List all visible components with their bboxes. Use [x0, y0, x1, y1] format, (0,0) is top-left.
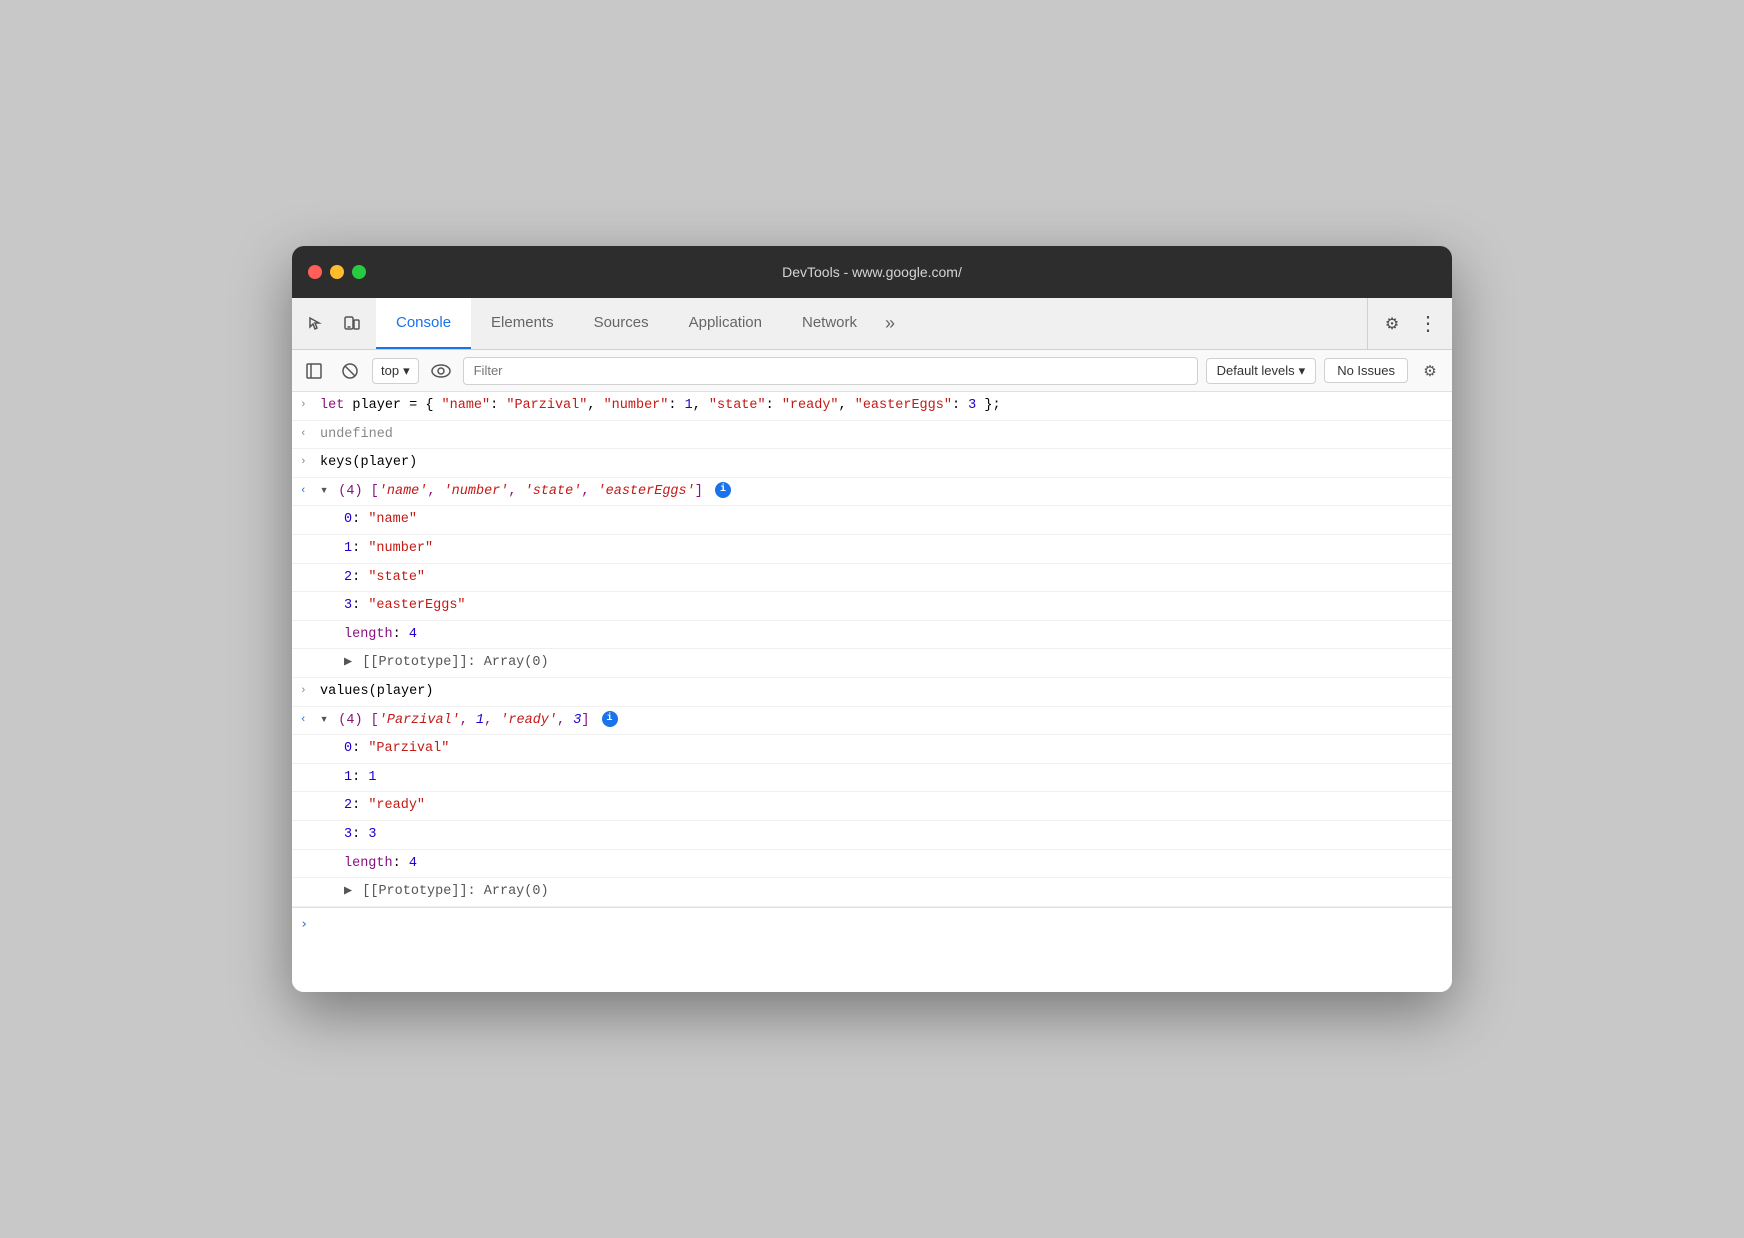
live-expressions-button[interactable]: [427, 357, 455, 385]
line-content-6: ▾ (4) ['Parzival', 1, 'ready', 3] i: [320, 710, 1444, 732]
info-badge-6[interactable]: i: [602, 711, 618, 727]
console-line-1: › let player = { "name": "Parzival", "nu…: [292, 392, 1452, 421]
tab-elements[interactable]: Elements: [471, 298, 574, 349]
titlebar: DevTools - www.google.com/: [292, 246, 1452, 298]
console-line-6-2: 2: "ready": [292, 792, 1452, 821]
expand-arrow-3[interactable]: ›: [300, 452, 320, 472]
show-sidebar-button[interactable]: [300, 357, 328, 385]
console-line-4-1: 1: "number": [292, 535, 1452, 564]
output-arrow-2: ‹: [300, 424, 320, 444]
console-line-4: ‹ ▾ (4) ['name', 'number', 'state', 'eas…: [292, 478, 1452, 507]
tab-console[interactable]: Console: [376, 298, 471, 349]
console-line-6-proto: ▶ [[Prototype]]: Array(0): [292, 878, 1452, 907]
expand-arrow-5[interactable]: ›: [300, 681, 320, 701]
proto-expand-4[interactable]: ▶: [344, 655, 352, 670]
console-output: › let player = { "name": "Parzival", "nu…: [292, 392, 1452, 992]
console-line-6-length: length: 4: [292, 850, 1452, 879]
line-content-4: ▾ (4) ['name', 'number', 'state', 'easte…: [320, 481, 1444, 503]
maximize-button[interactable]: [352, 265, 366, 279]
console-input-area: ›: [292, 907, 1452, 942]
eye-icon: [431, 364, 451, 378]
window-title: DevTools - www.google.com/: [782, 264, 962, 280]
main-toolbar: Console Elements Sources Application Net…: [292, 298, 1452, 350]
context-selector[interactable]: top ▾: [372, 358, 419, 384]
console-toolbar: top ▾ Default levels ▾ No Issues ⚙: [292, 350, 1452, 392]
info-badge-4[interactable]: i: [715, 482, 731, 498]
tab-application[interactable]: Application: [669, 298, 782, 349]
more-tabs-button[interactable]: »: [877, 298, 903, 349]
console-line-4-proto: ▶ [[Prototype]]: Array(0): [292, 649, 1452, 678]
clear-console-button[interactable]: [336, 357, 364, 385]
main-tabs: Console Elements Sources Application Net…: [376, 298, 1367, 349]
console-line-6-0: 0: "Parzival": [292, 735, 1452, 764]
console-line-6-3: 3: 3: [292, 821, 1452, 850]
console-settings-button[interactable]: ⚙: [1416, 357, 1444, 385]
filter-input[interactable]: [463, 357, 1198, 385]
console-line-6-1: 1: 1: [292, 764, 1452, 793]
console-line-4-length: length: 4: [292, 621, 1452, 650]
console-line-4-3: 3: "easterEggs": [292, 592, 1452, 621]
line-content-1: let player = { "name": "Parzival", "numb…: [320, 395, 1444, 417]
expand-arrow-1[interactable]: ›: [300, 395, 320, 415]
console-cursor: [316, 914, 324, 936]
output-arrow-4: ‹: [300, 481, 320, 501]
line-content-2: undefined: [320, 424, 1444, 446]
devtools-window: DevTools - www.google.com/ Console: [292, 246, 1452, 992]
device-toolbar-button[interactable]: [336, 308, 368, 340]
sidebar-icon: [305, 362, 323, 380]
more-options-button[interactable]: ⋮: [1412, 308, 1444, 340]
inspect-element-button[interactable]: [300, 308, 332, 340]
device-icon: [343, 315, 361, 333]
output-arrow-6: ‹: [300, 710, 320, 730]
console-line-4-2: 2: "state": [292, 564, 1452, 593]
close-button[interactable]: [308, 265, 322, 279]
minimize-button[interactable]: [330, 265, 344, 279]
clear-icon: [341, 362, 359, 380]
tab-sources[interactable]: Sources: [574, 298, 669, 349]
console-line-5: › values(player): [292, 678, 1452, 707]
console-line-3: › keys(player): [292, 449, 1452, 478]
log-levels-button[interactable]: Default levels ▾: [1206, 358, 1317, 384]
collapse-toggle-6[interactable]: ▾: [320, 713, 328, 728]
line-content-5: values(player): [320, 681, 1444, 703]
settings-button[interactable]: ⚙: [1376, 308, 1408, 340]
issues-button[interactable]: No Issues: [1324, 358, 1408, 383]
tab-network[interactable]: Network: [782, 298, 877, 349]
toolbar-right-icons: ⚙ ⋮: [1367, 298, 1452, 349]
console-line-4-0: 0: "name": [292, 506, 1452, 535]
traffic-lights: [308, 265, 366, 279]
line-content-3: keys(player): [320, 452, 1444, 474]
console-line-6: ‹ ▾ (4) ['Parzival', 1, 'ready', 3] i: [292, 707, 1452, 736]
collapse-toggle-4[interactable]: ▾: [320, 484, 328, 499]
console-line-2: ‹ undefined: [292, 421, 1452, 450]
toolbar-left-icons: [292, 298, 376, 349]
proto-expand-6[interactable]: ▶: [344, 884, 352, 899]
cursor-icon: [307, 315, 325, 333]
console-prompt: ›: [300, 914, 308, 936]
